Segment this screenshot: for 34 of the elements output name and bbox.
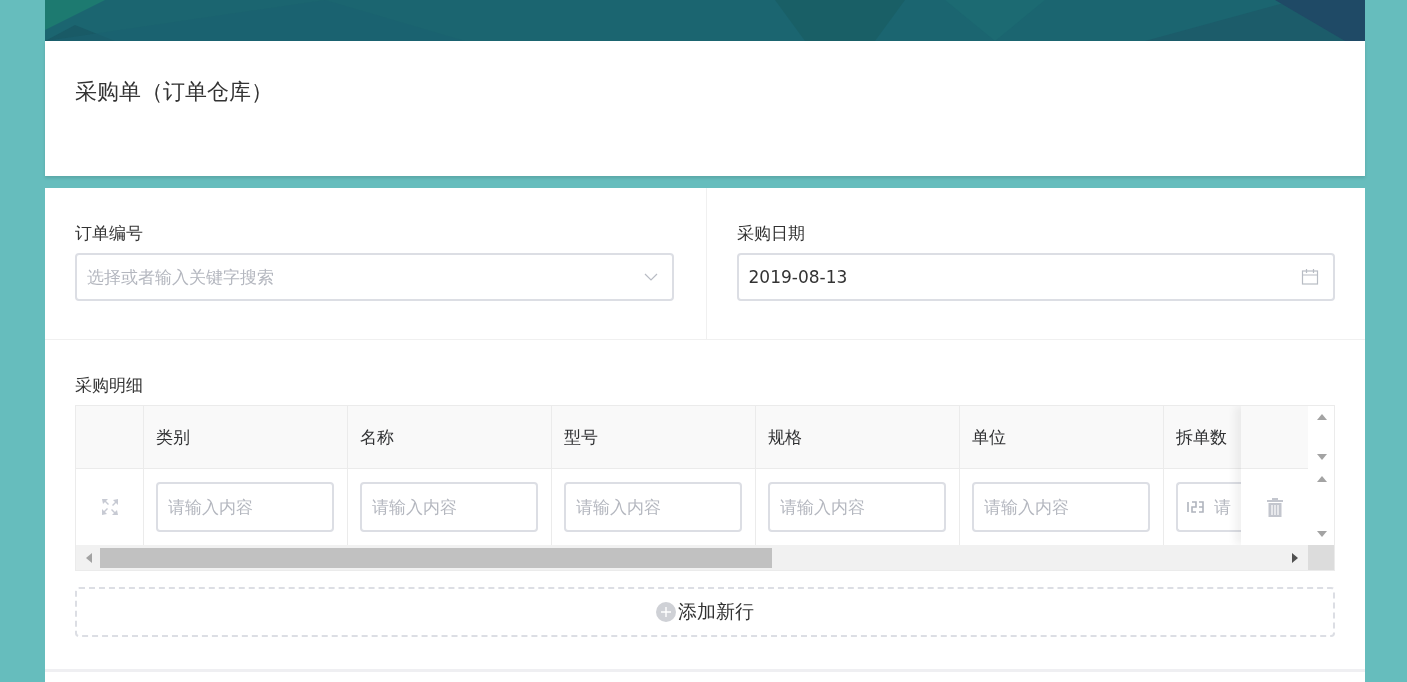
plus-circle-icon <box>656 602 676 622</box>
scroll-right-icon[interactable] <box>1292 553 1298 563</box>
date-field[interactable]: 2019-08-13 <box>736 253 1335 301</box>
scrollbar-thumb[interactable] <box>100 548 772 568</box>
horizontal-scrollbar[interactable] <box>76 545 1308 570</box>
scroll-up-icon[interactable] <box>1316 414 1327 420</box>
text-input[interactable]: 请输入内容 <box>972 482 1150 532</box>
number-input[interactable]: 请 <box>1176 482 1242 532</box>
page-title: 采购单（订单仓库） <box>75 78 274 106</box>
delete-icon[interactable] <box>1266 497 1283 517</box>
calendar-icon <box>1301 268 1319 286</box>
select-field[interactable]: 选择或者输入关键字搜索 <box>75 253 674 301</box>
chevron-down-icon <box>643 273 658 281</box>
column-header: 单位 <box>972 425 1006 449</box>
column-header: 型号 <box>564 425 598 449</box>
field-label: 订单编号 <box>75 222 144 245</box>
column-header: 类别 <box>156 425 190 449</box>
scroll-down-icon[interactable] <box>1316 531 1327 537</box>
scroll-left-icon[interactable] <box>86 553 92 563</box>
scroll-up-icon[interactable] <box>1316 476 1327 482</box>
scroll-down-icon[interactable] <box>1316 454 1327 460</box>
text-input[interactable]: 请输入内容 <box>156 482 334 532</box>
column-header: 拆单数 <box>1176 425 1227 449</box>
field-label: 采购日期 <box>736 222 806 245</box>
number-icon <box>1186 500 1206 514</box>
scrollbar-corner <box>1308 545 1334 570</box>
add-row-button[interactable]: 添加新行 <box>75 587 1335 637</box>
text-input[interactable]: 请输入内容 <box>564 482 742 532</box>
column-header: 规格 <box>768 425 802 449</box>
text-input[interactable]: 请输入内容 <box>360 482 538 532</box>
column-header: 名称 <box>360 425 394 449</box>
section-title: 采购明细 <box>75 374 144 397</box>
text-input[interactable]: 请输入内容 <box>768 482 946 532</box>
expand-icon[interactable] <box>99 497 120 517</box>
